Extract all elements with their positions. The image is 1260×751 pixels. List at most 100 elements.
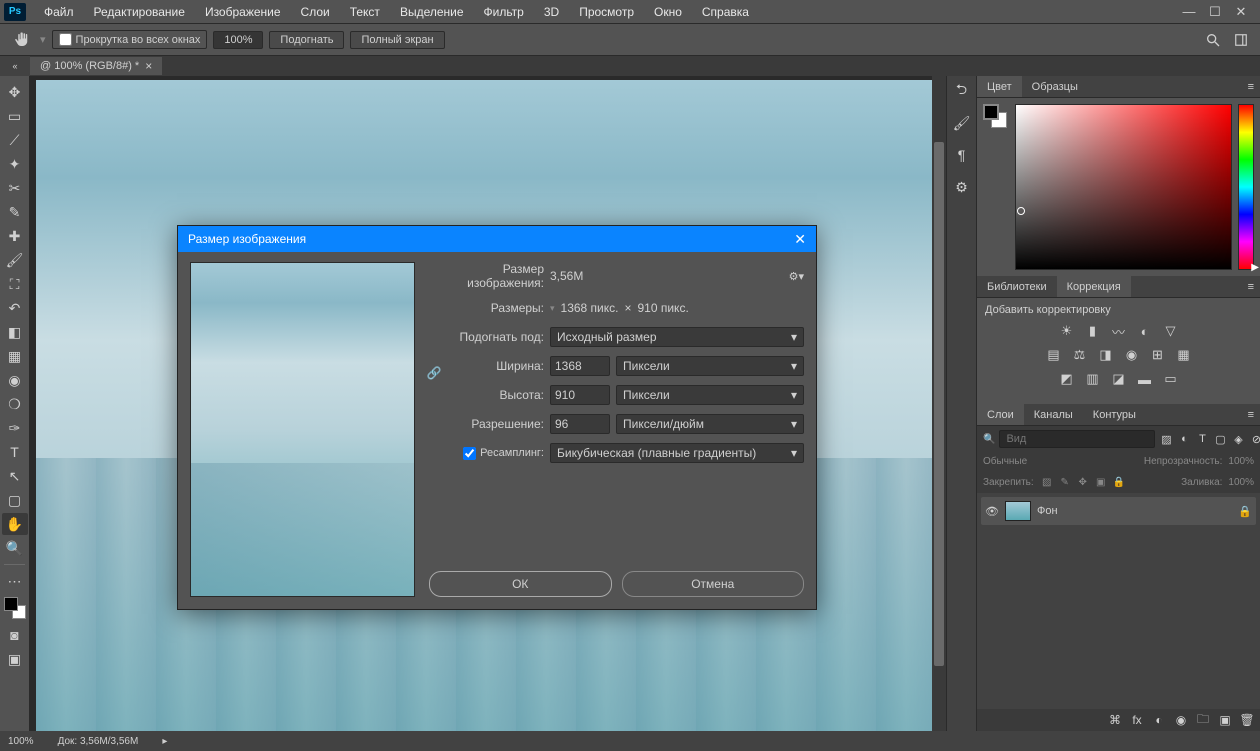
window-maximize-icon[interactable]: ☐	[1208, 5, 1222, 19]
gradient-map-icon[interactable]: ▬	[1136, 370, 1154, 388]
selective-color-icon[interactable]: ▭	[1162, 370, 1180, 388]
crop-tool-icon[interactable]: ✂	[2, 177, 28, 199]
properties-panel-icon[interactable]: ⚙	[951, 176, 973, 198]
status-zoom[interactable]: 100%	[8, 736, 34, 747]
marquee-tool-icon[interactable]: ▭	[2, 105, 28, 127]
tab-swatches[interactable]: Образцы	[1022, 76, 1088, 97]
scroll-all-checkbox[interactable]: Прокрутка во всех окнах	[52, 30, 208, 49]
layer-mask-icon[interactable]: ◐	[1152, 713, 1166, 727]
menu-filter[interactable]: Фильтр	[474, 5, 534, 19]
hue-icon[interactable]: ▤	[1045, 346, 1063, 364]
width-unit-select[interactable]: Пиксели▾	[616, 356, 804, 376]
dialog-close-icon[interactable]: ✕	[794, 231, 806, 248]
delete-layer-icon[interactable]: 🗑	[1240, 713, 1254, 727]
dialog-preview[interactable]	[190, 262, 415, 597]
color-picker-field[interactable]	[1015, 104, 1232, 270]
stamp-tool-icon[interactable]: ⛶	[2, 273, 28, 295]
height-unit-select[interactable]: Пиксели▾	[616, 385, 804, 405]
brushes-panel-icon[interactable]: 🖌	[951, 112, 973, 134]
filter-toggle-icon[interactable]: ⊘	[1249, 432, 1260, 446]
resample-method-select[interactable]: Бикубическая (плавные градиенты)▾	[550, 443, 804, 463]
blur-tool-icon[interactable]: ◉	[2, 369, 28, 391]
history-brush-tool-icon[interactable]: ↶	[2, 297, 28, 319]
layer-lock-icon[interactable]: 🔒	[1238, 505, 1252, 518]
eraser-tool-icon[interactable]: ◧	[2, 321, 28, 343]
fill-value[interactable]: 100%	[1228, 477, 1254, 488]
exposure-icon[interactable]: ◐	[1136, 322, 1154, 340]
constrain-link-icon[interactable]: 🔗	[427, 366, 441, 380]
document-tab-close-icon[interactable]: ×	[145, 59, 152, 73]
lookup-icon[interactable]: ▦	[1175, 346, 1193, 364]
resolution-unit-select[interactable]: Пиксели/дюйм▾	[616, 414, 804, 434]
tab-color[interactable]: Цвет	[977, 76, 1022, 97]
layer-visibility-icon[interactable]: 👁	[985, 505, 999, 518]
new-layer-icon[interactable]: ▣	[1218, 713, 1232, 727]
screenmode-tool-icon[interactable]: ▣	[2, 648, 28, 670]
healing-tool-icon[interactable]: ✚	[2, 225, 28, 247]
tab-channels[interactable]: Каналы	[1024, 404, 1083, 425]
resample-checkbox[interactable]: Ресамплинг:	[429, 447, 544, 460]
zoom-field[interactable]: 100%	[213, 31, 263, 49]
filter-adjust-icon[interactable]: ◐	[1177, 432, 1191, 446]
window-minimize-icon[interactable]: —	[1182, 5, 1196, 19]
menu-text[interactable]: Текст	[340, 5, 390, 19]
cancel-button[interactable]: Отмена	[622, 571, 805, 597]
brightness-icon[interactable]: ☀	[1058, 322, 1076, 340]
fullscreen-button[interactable]: Полный экран	[350, 31, 444, 49]
tab-corrections[interactable]: Коррекция	[1057, 276, 1131, 297]
type-tool-icon[interactable]: T	[2, 441, 28, 463]
paragraph-panel-icon[interactable]: ¶	[951, 144, 973, 166]
menu-layers[interactable]: Слои	[291, 5, 340, 19]
lock-transparent-icon[interactable]: ▨	[1040, 475, 1054, 489]
dodge-tool-icon[interactable]: ❍	[2, 393, 28, 415]
lock-all-icon[interactable]: 🔒	[1112, 475, 1126, 489]
width-input[interactable]	[550, 356, 610, 376]
tab-libraries[interactable]: Библиотеки	[977, 276, 1057, 297]
shape-tool-icon[interactable]: ▢	[2, 489, 28, 511]
color-balance-icon[interactable]: ⚖	[1071, 346, 1089, 364]
move-tool-icon[interactable]: ✥	[2, 81, 28, 103]
fit-button[interactable]: Подогнать	[269, 31, 344, 49]
layers-panel-menu-icon[interactable]: ≡	[1242, 409, 1260, 421]
dialog-titlebar[interactable]: Размер изображения ✕	[178, 226, 816, 252]
filter-icon[interactable]: 🔍	[983, 434, 995, 445]
eyedropper-tool-icon[interactable]: ✎	[2, 201, 28, 223]
status-arrow-icon[interactable]: ▸	[162, 736, 167, 747]
zoom-tool-icon[interactable]: 🔍	[2, 537, 28, 559]
dialog-gear-icon[interactable]: ⚙▾	[789, 270, 804, 283]
lasso-tool-icon[interactable]: ⟋	[2, 129, 28, 151]
corrections-panel-menu-icon[interactable]: ≡	[1242, 281, 1260, 293]
dimensions-dropdown-icon[interactable]: ▾	[550, 303, 555, 314]
filter-smart-icon[interactable]: ◈	[1231, 432, 1245, 446]
search-icon[interactable]	[1204, 31, 1222, 49]
filter-shape-icon[interactable]: ▢	[1213, 432, 1227, 446]
history-panel-icon[interactable]: ⮌	[951, 80, 973, 102]
gradient-tool-icon[interactable]: ▦	[2, 345, 28, 367]
menu-window[interactable]: Окно	[644, 5, 692, 19]
menu-file[interactable]: Файл	[34, 5, 84, 19]
hue-slider[interactable]: ▶	[1238, 104, 1254, 270]
filter-pixel-icon[interactable]: ▨	[1159, 432, 1173, 446]
tab-bar-handle[interactable]: «	[0, 56, 30, 76]
brush-tool-icon[interactable]: 🖌	[2, 249, 28, 271]
layer-row[interactable]: 👁 Фон 🔒	[981, 497, 1256, 525]
layer-fx-icon[interactable]: fx	[1130, 713, 1144, 727]
menu-select[interactable]: Выделение	[390, 5, 474, 19]
menu-edit[interactable]: Редактирование	[84, 5, 195, 19]
link-layers-icon[interactable]: ⌘	[1108, 713, 1122, 727]
color-panel-menu-icon[interactable]: ≡	[1242, 81, 1260, 93]
magic-wand-tool-icon[interactable]: ✦	[2, 153, 28, 175]
hand-tool-icon[interactable]: ✋	[2, 513, 28, 535]
lock-artboard-icon[interactable]: ▣	[1094, 475, 1108, 489]
filter-type-icon[interactable]: T	[1195, 432, 1209, 446]
menu-image[interactable]: Изображение	[195, 5, 291, 19]
fit-to-select[interactable]: Исходный размер▾	[550, 327, 804, 347]
pen-tool-icon[interactable]: ✑	[2, 417, 28, 439]
bw-icon[interactable]: ◨	[1097, 346, 1115, 364]
color-swatches[interactable]	[4, 597, 26, 619]
photo-filter-icon[interactable]: ◉	[1123, 346, 1141, 364]
adjustment-layer-icon[interactable]: ◉	[1174, 713, 1188, 727]
opacity-value[interactable]: 100%	[1228, 456, 1254, 467]
ok-button[interactable]: ОК	[429, 571, 612, 597]
group-layers-icon[interactable]: 🗀	[1196, 713, 1210, 727]
